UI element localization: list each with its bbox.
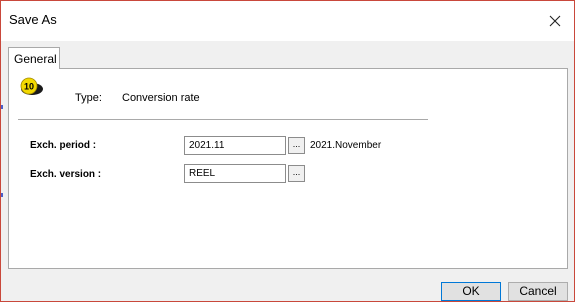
ok-button[interactable]: OK xyxy=(441,282,501,301)
title-bar: Save As xyxy=(1,1,574,41)
badge-number: 10 xyxy=(24,82,34,92)
exch-version-browse-button[interactable]: ... xyxy=(288,165,305,182)
exch-period-input[interactable]: 2021.11 xyxy=(184,136,286,155)
exch-period-browse-button[interactable]: ... xyxy=(288,137,305,154)
close-icon[interactable] xyxy=(541,7,569,35)
cancel-button[interactable]: Cancel xyxy=(508,282,568,301)
exch-version-label: Exch. version : xyxy=(30,169,102,180)
exch-period-description: 2021.November xyxy=(310,140,382,151)
dialog-title: Save As xyxy=(9,12,57,27)
exch-version-input[interactable]: REEL xyxy=(184,164,286,183)
save-as-dialog: Save As General 10 Type: Conversion rate… xyxy=(0,0,575,302)
tab-general[interactable]: General xyxy=(8,47,60,69)
exch-period-label: Exch. period : xyxy=(30,140,97,151)
separator-line xyxy=(18,119,428,120)
type-label: Type: xyxy=(75,92,102,104)
type-value: Conversion rate xyxy=(122,92,200,104)
tab-general-label: General xyxy=(14,52,57,66)
